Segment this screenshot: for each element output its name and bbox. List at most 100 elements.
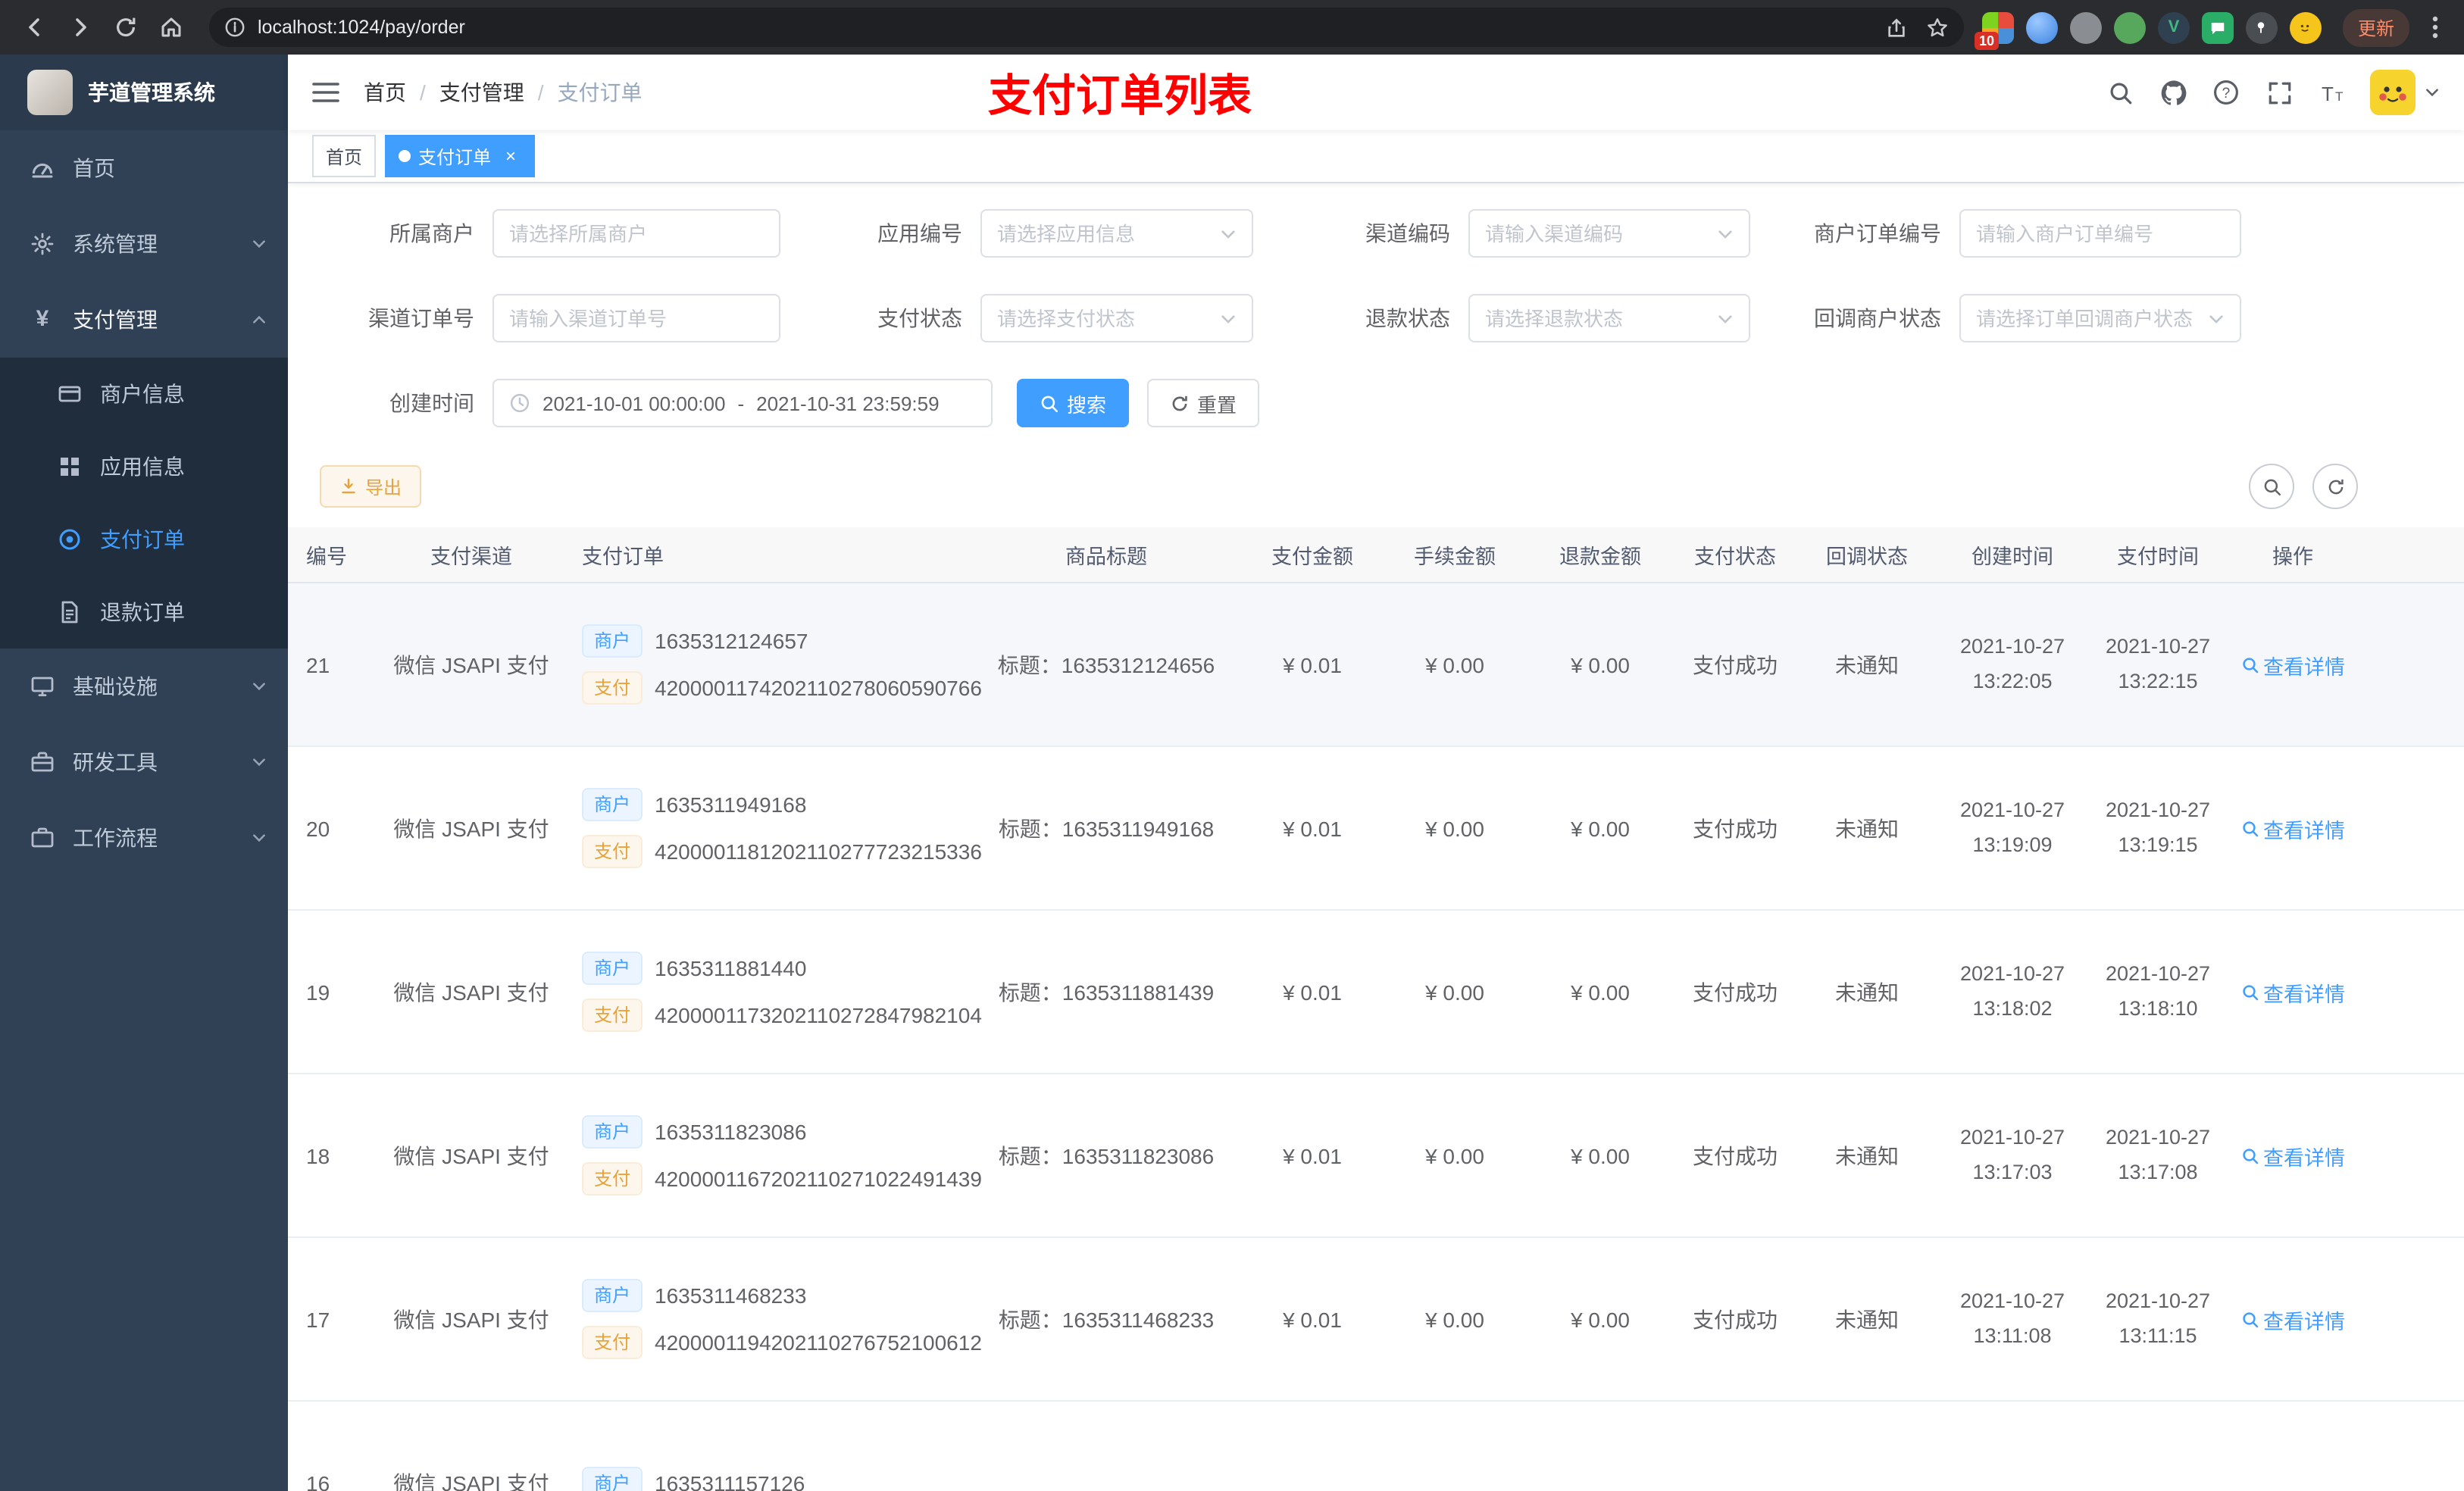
search-button[interactable]: 搜索 (1017, 379, 1130, 427)
sidebar-item-infrastructure[interactable]: 基础设施 (0, 649, 288, 724)
extension-green-icon[interactable] (2113, 11, 2146, 43)
tab-pay-order[interactable]: 支付订单 (385, 135, 536, 177)
search-icon[interactable] (2105, 77, 2135, 108)
credit-card-icon (58, 382, 82, 406)
github-icon[interactable] (2158, 77, 2188, 108)
cell-order: 商户 1635312124657 支付 4200001174202110278060… (570, 583, 982, 746)
create-time-range-picker[interactable]: 2021-10-01 00:00:00 - 2021-10-31 23:59:5… (492, 379, 993, 427)
user-menu[interactable] (2370, 70, 2440, 115)
page-title-annotation: 支付订单列表 (988, 73, 1252, 121)
merchant-filter-input[interactable] (492, 209, 780, 258)
view-detail-link[interactable]: 查看详情 (2240, 977, 2345, 1007)
cell-title: 标题：1635311823086 (998, 1143, 1215, 1167)
merchant-tag: 商户 (582, 1279, 643, 1312)
channel-code-filter-select[interactable] (1468, 209, 1750, 258)
create-time-filter-label: 创建时间 (389, 391, 474, 415)
bookmark-star-icon[interactable] (1926, 16, 1949, 39)
sidebar-item-system[interactable]: 系统管理 (0, 206, 288, 282)
reset-button[interactable]: 重置 (1147, 379, 1260, 427)
cell-title: 标题：1635311881439 (998, 980, 1215, 1004)
col-status: 支付状态 (1694, 545, 1776, 568)
cell-channel: 微信 JSAPI 支付 (393, 1471, 549, 1491)
channel-order-no-filter-input[interactable] (492, 294, 780, 342)
table-toolbar: 导出 (320, 464, 2358, 509)
pay-order-table: 编号 支付渠道 支付订单 商品标题 支付金额 手续金额 退款金额 支付状态 回调… (288, 527, 2464, 1491)
toggle-search-button[interactable] (2249, 464, 2294, 509)
active-dot-icon (399, 150, 411, 162)
browser-home-button[interactable] (152, 8, 191, 47)
date-range-start[interactable]: 2021-10-01 00:00:00 (543, 392, 725, 414)
merchant-tag: 商户 (582, 952, 643, 985)
sidebar-item-label: 应用信息 (100, 455, 185, 479)
cell-create-time: 2021-10-27 13:22:05 (1959, 635, 2065, 692)
cell-order: 商户 1635311881440 支付 4200001173202110272847… (570, 911, 982, 1073)
search-icon (2240, 1310, 2259, 1328)
sidebar-item-label: 工作流程 (73, 826, 158, 850)
sidebar-item-refund-order[interactable]: 退款订单 (0, 576, 288, 649)
cell-action: 查看详情 (2228, 1074, 2358, 1236)
browser-forward-button[interactable] (61, 8, 100, 47)
view-detail-link[interactable]: 查看详情 (2240, 1140, 2345, 1171)
col-notify: 回调状态 (1826, 545, 1908, 568)
cell-action: 查看详情 (2228, 911, 2358, 1073)
address-bar[interactable]: localhost:1024/pay/order (209, 8, 1964, 47)
refund-status-filter-select[interactable] (1468, 294, 1750, 342)
pay-status-filter-select[interactable] (980, 294, 1253, 342)
help-icon[interactable]: ? (2211, 77, 2241, 108)
browser-menu-icon[interactable] (2422, 15, 2449, 39)
extension-chat-icon[interactable] (2201, 11, 2234, 43)
view-detail-link[interactable]: 查看详情 (2240, 1304, 2345, 1334)
pay-tag: 支付 (582, 1326, 643, 1359)
monitor-icon (30, 674, 55, 699)
sidebar-item-app-info[interactable]: 应用信息 (0, 430, 288, 503)
site-info-icon[interactable] (224, 17, 245, 38)
view-detail-link[interactable]: 查看详情 (2240, 649, 2345, 680)
extension-blue-icon[interactable] (2025, 11, 2058, 43)
fullscreen-icon[interactable] (2264, 77, 2294, 108)
cell-create-time: 2021-10-27 13:18:02 (1959, 962, 2065, 1019)
sidebar-item-merchant-info[interactable]: 商户信息 (0, 358, 288, 430)
browser-back-button[interactable] (15, 8, 55, 47)
cell-order: 商户 1635311949168 支付 4200001181202110277723… (570, 747, 982, 909)
url-text[interactable]: localhost:1024/pay/order (258, 17, 1885, 38)
tab-home[interactable]: 首页 (312, 135, 377, 177)
cell-pay-time: 2021-10-27 13:17:08 (2105, 1126, 2211, 1183)
chevron-down-icon (1717, 310, 1734, 327)
sidebar-toggle-icon[interactable] (312, 80, 339, 105)
briefcase-icon (30, 826, 55, 850)
breadcrumb-section[interactable]: 支付管理 (439, 77, 544, 108)
extension-vue-devtools-icon[interactable]: V (2157, 11, 2190, 43)
browser-update-button[interactable]: 更新 (2342, 8, 2409, 46)
tags-view-bar: 首页 支付订单 (288, 130, 2464, 183)
browser-reload-button[interactable] (106, 8, 145, 47)
profile-avatar-icon[interactable] (2289, 11, 2322, 43)
cell-title: 标题：1635311468233 (998, 1307, 1215, 1331)
col-fee: 手续金额 (1414, 545, 1496, 568)
merchant-order-no: 1635311468233 (655, 1283, 807, 1308)
callback-status-filter-select[interactable] (1959, 294, 2241, 342)
share-icon[interactable] (1885, 16, 1908, 39)
extension-colorful-icon[interactable]: 10 (1974, 11, 2014, 49)
pay-status-filter-label: 支付状态 (877, 306, 962, 330)
refresh-table-button[interactable] (2312, 464, 2358, 509)
sidebar-item-pay-order[interactable]: 支付订单 (0, 503, 288, 576)
breadcrumb-home[interactable]: 首页 (364, 77, 426, 108)
sidebar-item-workflow[interactable]: 工作流程 (0, 800, 288, 876)
pay-order-no: 4200001167202110271022491439 (655, 1167, 982, 1191)
cell-status: 支付成功 (1693, 1307, 1778, 1331)
merchant-order-no-filter-input[interactable] (1959, 209, 2241, 258)
sidebar-item-dev-tools[interactable]: 研发工具 (0, 724, 288, 800)
extension-gray-icon[interactable] (2069, 11, 2102, 43)
cell-channel: 微信 JSAPI 支付 (393, 816, 549, 840)
sidebar-item-home[interactable]: 首页 (0, 130, 288, 206)
sidebar-item-payment[interactable]: ¥ 支付管理 (0, 282, 288, 358)
date-range-end[interactable]: 2021-10-31 23:59:59 (756, 392, 939, 414)
app-no-filter-select[interactable] (980, 209, 1253, 258)
font-size-icon[interactable]: TT (2317, 77, 2347, 108)
view-detail-link[interactable]: 查看详情 (2240, 813, 2345, 843)
extension-pin-icon[interactable] (2245, 11, 2278, 43)
chevron-down-icon (252, 679, 267, 694)
export-button[interactable]: 导出 (320, 465, 422, 508)
cell-id: 19 (306, 980, 330, 1004)
close-icon[interactable] (500, 145, 521, 167)
